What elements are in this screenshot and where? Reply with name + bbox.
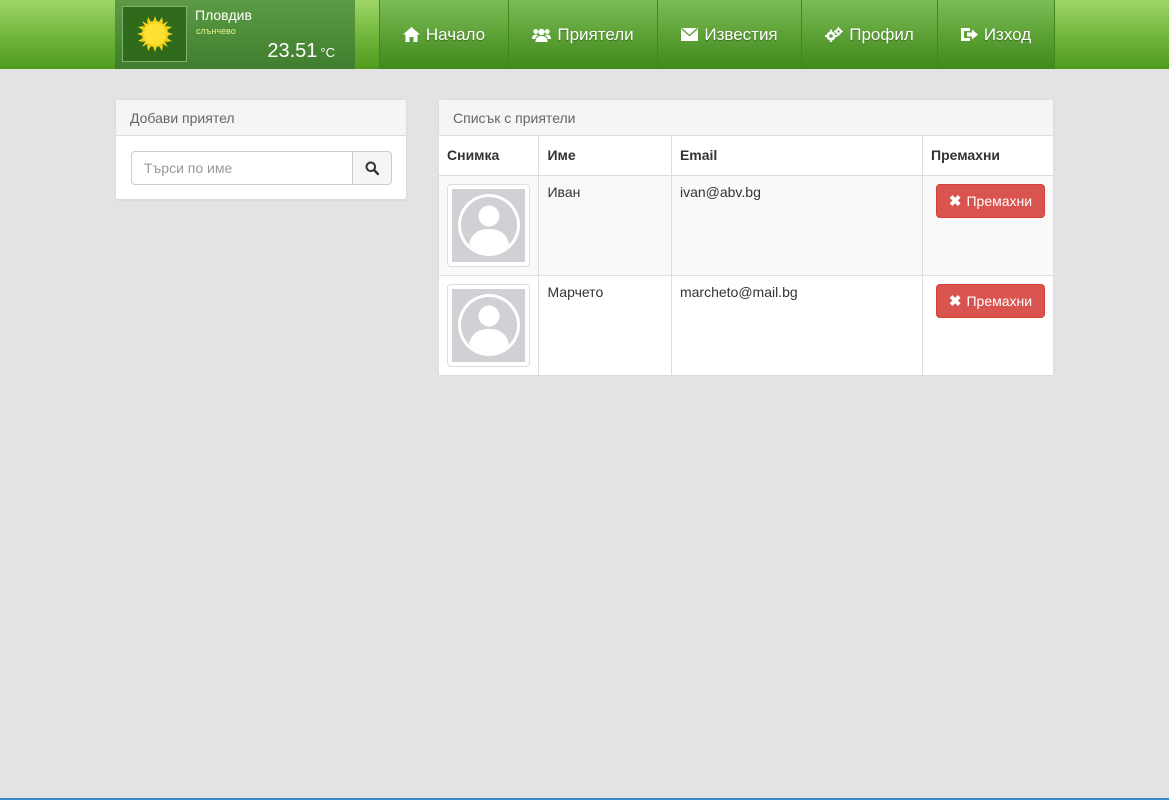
friend-search-group bbox=[131, 151, 392, 185]
nav-item-profile[interactable]: Профил bbox=[802, 0, 938, 69]
remove-label: Премахни bbox=[966, 292, 1033, 309]
envelope-icon bbox=[681, 28, 699, 41]
table-header-row: Снимка Име Email Премахни bbox=[439, 136, 1053, 176]
table-row: Марчето marcheto@mail.bg ✖ Премахни bbox=[439, 275, 1053, 375]
close-icon: ✖ bbox=[948, 292, 962, 310]
table-row: Иван ivan@abv.bg ✖ Премахни bbox=[439, 175, 1053, 276]
nav-label-friends: Приятели bbox=[557, 24, 634, 44]
friends-table: Снимка Име Email Премахни Иван ivan@abv.… bbox=[439, 136, 1053, 375]
user-avatar-icon bbox=[457, 194, 520, 256]
nav-label-home: Начало bbox=[425, 24, 486, 44]
search-input[interactable] bbox=[131, 151, 354, 185]
friend-name: Марчето bbox=[538, 275, 672, 375]
user-avatar-icon bbox=[457, 294, 520, 356]
nav-label-notifications: Известия bbox=[704, 24, 778, 44]
logout-icon bbox=[960, 28, 978, 41]
home-icon bbox=[402, 27, 420, 42]
weather-description: слънчево bbox=[196, 26, 236, 36]
sun-icon bbox=[136, 16, 173, 52]
column-header-photo: Снимка bbox=[439, 136, 540, 176]
nav-item-logout[interactable]: Изход bbox=[938, 0, 1055, 69]
add-friend-panel: Добави приятел bbox=[115, 99, 407, 200]
column-header-name: Име bbox=[538, 136, 672, 176]
photo-cell bbox=[439, 275, 540, 375]
nav-item-home[interactable]: Начало bbox=[380, 0, 509, 69]
top-navbar: Пловдив слънчево 23.51 °C Начало Приятели… bbox=[0, 0, 1169, 69]
users-icon bbox=[532, 28, 552, 42]
friends-list-title: Списък с приятели bbox=[439, 100, 1053, 136]
column-header-remove: Премахни bbox=[922, 136, 1053, 176]
remove-cell: ✖ Премахни bbox=[922, 175, 1053, 276]
main-nav: Начало Приятели Известия Профил Изход bbox=[379, 0, 1055, 69]
temperature-unit: °C bbox=[320, 45, 335, 60]
weather-icon-frame bbox=[122, 6, 187, 62]
avatar bbox=[447, 183, 530, 267]
weather-city: Пловдив bbox=[195, 7, 252, 23]
remove-cell: ✖ Премахни bbox=[922, 275, 1053, 375]
weather-widget: Пловдив слънчево 23.51 °C bbox=[115, 0, 355, 69]
nav-item-friends[interactable]: Приятели bbox=[509, 0, 658, 69]
avatar bbox=[447, 283, 530, 367]
remove-label: Премахни bbox=[966, 192, 1033, 209]
friend-name: Иван bbox=[538, 175, 672, 276]
add-friend-title: Добави приятел bbox=[116, 100, 406, 136]
nav-item-notifications[interactable]: Известия bbox=[658, 0, 802, 69]
nav-label-profile: Профил bbox=[849, 24, 914, 44]
nav-label-logout: Изход bbox=[983, 24, 1032, 44]
photo-cell bbox=[439, 175, 540, 276]
close-icon: ✖ bbox=[948, 192, 962, 210]
friends-list-panel: Списък с приятели Снимка Име Email Према… bbox=[438, 99, 1054, 375]
friend-email: ivan@abv.bg bbox=[671, 175, 924, 276]
temperature-value: 23.51 bbox=[267, 40, 318, 62]
remove-friend-button[interactable]: ✖ Премахни bbox=[936, 183, 1045, 218]
search-icon bbox=[365, 161, 380, 175]
friend-email: marcheto@mail.bg bbox=[671, 275, 924, 375]
search-button[interactable] bbox=[353, 151, 392, 185]
gears-icon bbox=[825, 27, 844, 42]
remove-friend-button[interactable]: ✖ Премахни bbox=[936, 283, 1045, 318]
weather-temperature: 23.51 °C bbox=[267, 40, 335, 63]
column-header-email: Email bbox=[671, 136, 924, 176]
